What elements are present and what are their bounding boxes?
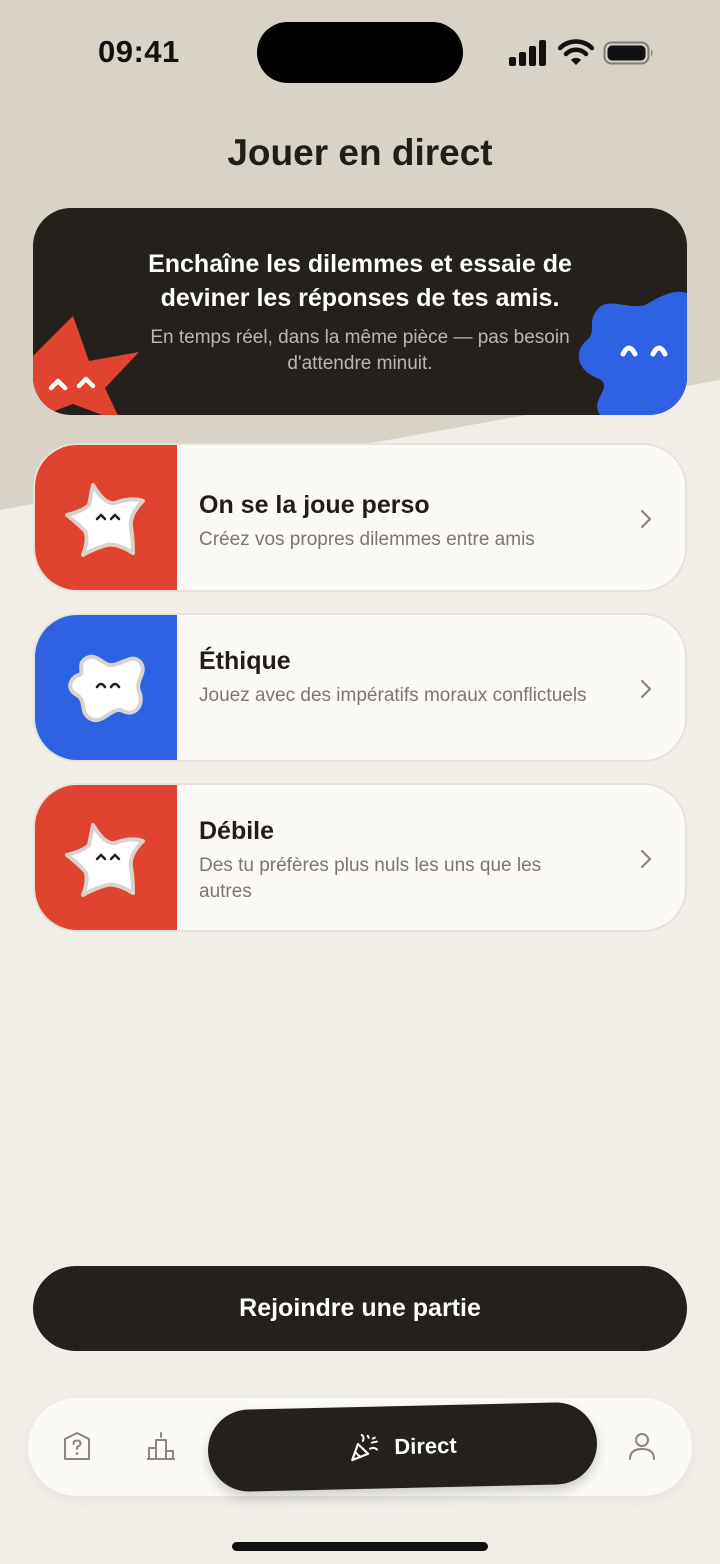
banner-subtitle: En temps réel, dans la même pièce — pas …: [150, 327, 570, 374]
banner-title: Enchaîne les dilemmes et essaie de devin…: [148, 250, 572, 312]
wifi-icon: [558, 39, 594, 65]
star-mascot-icon: [65, 483, 145, 557]
star-mascot-icon: [33, 316, 139, 415]
home-indicator: [232, 1542, 488, 1551]
mode-thumbnail: [35, 445, 177, 590]
mode-title: On se la joue perso: [199, 491, 430, 519]
mode-thumbnail: [35, 785, 177, 930]
intro-banner: Enchaîne les dilemmes et essaie de devin…: [33, 208, 687, 415]
status-bar: 09:41: [0, 0, 720, 100]
mode-title: Débile: [199, 817, 275, 845]
tab-direct[interactable]: Direct: [207, 1401, 598, 1493]
mode-card-ethique[interactable]: Éthique Jouez avec des impératifs moraux…: [33, 613, 687, 762]
blob-mascot-icon: [578, 291, 687, 415]
tab-bar: Direct: [28, 1398, 692, 1496]
battery-icon: [603, 41, 653, 65]
leaderboard-icon[interactable]: [145, 1430, 177, 1462]
question-icon[interactable]: [61, 1430, 93, 1462]
mode-description: Des tu préfères plus nuls les uns que le…: [199, 855, 542, 902]
mode-description: Créez vos propres dilemmes entre amis: [199, 529, 535, 550]
status-icons: [509, 38, 659, 68]
star-mascot-icon: [65, 823, 145, 897]
tab-direct-label: Direct: [394, 1432, 457, 1460]
chevron-right-icon: [640, 849, 652, 869]
party-popper-icon: [351, 1433, 379, 1462]
mode-card-perso[interactable]: On se la joue perso Créez vos propres di…: [33, 443, 687, 592]
mode-thumbnail: [35, 615, 177, 760]
mode-card-debile[interactable]: Débile Des tu préfères plus nuls les uns…: [33, 783, 687, 932]
profile-icon[interactable]: [626, 1430, 658, 1462]
join-game-button[interactable]: Rejoindre une partie: [33, 1266, 687, 1351]
mode-title: Éthique: [199, 647, 291, 675]
dynamic-island: [257, 22, 463, 83]
chevron-right-icon: [640, 679, 652, 699]
mode-description: Jouez avec des impératifs moraux conflic…: [199, 685, 587, 706]
blob-mascot-icon: [68, 654, 145, 723]
status-time: 09:41: [98, 34, 180, 69]
page-title: Jouer en direct: [227, 132, 493, 173]
chevron-right-icon: [640, 509, 652, 529]
cellular-signal-icon: [509, 40, 549, 66]
